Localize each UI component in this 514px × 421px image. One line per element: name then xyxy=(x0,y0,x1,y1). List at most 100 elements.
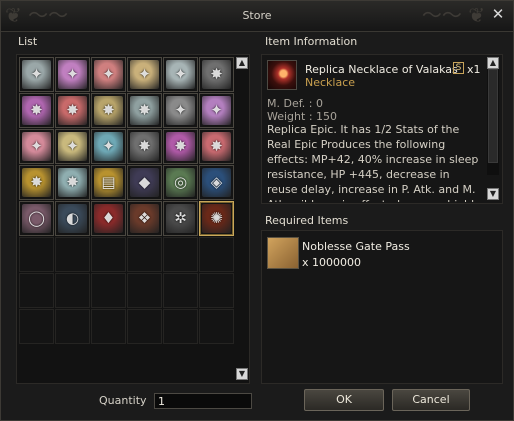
empty-slot[interactable] xyxy=(91,273,126,308)
store-window: ❦ ～～ ～～ ❦ Store ✕ List ✦ ✦ ✦ ✦ ✦ ✸ ✸ ✸ ✸ ✸ ✦ ✦ ✦ ✦ ✦ ✸ ✸… xyxy=(0,0,514,421)
quantity-label: Quantity xyxy=(99,394,147,407)
item-slot[interactable]: ✸ xyxy=(163,129,198,164)
empty-slot[interactable] xyxy=(55,237,90,272)
item-slot[interactable]: ✦ xyxy=(163,57,198,92)
item-slot[interactable]: ✦ xyxy=(127,57,162,92)
item-grid: ✦ ✦ ✦ ✦ ✦ ✸ ✸ ✸ ✸ ✸ ✦ ✦ ✦ ✦ ✦ ✸ ✸ ✸ ✸ ✸ ▤ ◆ ◎ ◈ ◯ ◐ ♦ ❖ ✲ ✺ xyxy=(19,57,234,344)
scroll-icon: ✸ xyxy=(166,132,195,161)
grade-badge: S xyxy=(453,62,464,74)
item-slot[interactable]: ◈ xyxy=(199,165,234,200)
empty-slot[interactable] xyxy=(199,309,234,344)
item-slot[interactable]: ✸ xyxy=(127,93,162,128)
required-items-panel: Noblesse Gate Pass x 1000000 xyxy=(261,230,503,384)
item-list-panel: ✦ ✦ ✦ ✦ ✦ ✸ ✸ ✸ ✸ ✸ ✦ ✦ ✦ ✦ ✦ ✸ ✸ ✸ ✸ ✸ ▤ ◆ ◎ ◈ ◯ ◐ ♦ ❖ ✲ ✺ ▲ ▼ xyxy=(16,54,250,384)
required-item-quantity: x 1000000 xyxy=(302,256,361,269)
scroll-icon: ✦ xyxy=(22,132,51,161)
arrow-up-icon[interactable]: ▲ xyxy=(487,57,499,69)
empty-slot[interactable] xyxy=(199,237,234,272)
stat-mdef: M. Def. : 0 xyxy=(267,97,323,110)
item-name: Replica Necklace of Valakas xyxy=(305,63,458,76)
item-slot[interactable]: ✦ xyxy=(19,57,54,92)
item-slot[interactable]: ♦ xyxy=(91,201,126,236)
item-slot[interactable]: ✦ xyxy=(199,93,234,128)
necklace-icon: ❖ xyxy=(130,204,159,233)
scroll-icon: ✸ xyxy=(22,168,51,197)
item-info-panel: Replica Necklace of Valakas S x1 Necklac… xyxy=(261,54,503,204)
scrollbar-thumb[interactable] xyxy=(488,69,498,163)
scroll-icon: ✸ xyxy=(130,96,159,125)
close-icon[interactable]: ✕ xyxy=(491,7,505,22)
item-slot[interactable]: ✸ xyxy=(55,165,90,200)
item-slot[interactable]: ✸ xyxy=(55,93,90,128)
item-slot[interactable]: ◆ xyxy=(127,165,162,200)
empty-slot[interactable] xyxy=(199,273,234,308)
scroll-icon: ✸ xyxy=(202,132,231,161)
scroll-icon: ✦ xyxy=(202,96,231,125)
item-description: Replica Epic. It has 1/2 Stats of the Re… xyxy=(267,123,479,202)
necklace-icon xyxy=(267,60,297,90)
title-bar[interactable]: ❦ ～～ ～～ ❦ Store ✕ xyxy=(1,1,513,32)
necklace-icon: ✲ xyxy=(166,204,195,233)
scroll-icon: ✸ xyxy=(58,96,87,125)
description-scrollbar[interactable] xyxy=(487,69,499,175)
scroll-icon: ✸ xyxy=(22,96,51,125)
item-slot[interactable]: ✸ xyxy=(199,129,234,164)
arrow-up-icon[interactable]: ▲ xyxy=(236,57,248,69)
item-count: x1 xyxy=(467,63,481,76)
item-slot[interactable]: ✦ xyxy=(19,129,54,164)
item-slot[interactable]: ✦ xyxy=(91,129,126,164)
scroll-icon: ✦ xyxy=(130,60,159,89)
scroll-icon: ✦ xyxy=(166,60,195,89)
item-slot[interactable]: ✦ xyxy=(163,93,198,128)
item-info-label: Item Information xyxy=(265,35,358,48)
item-slot[interactable]: ✸ xyxy=(19,93,54,128)
required-item-name: Noblesse Gate Pass xyxy=(302,240,410,253)
item-slot[interactable]: ✺ xyxy=(199,201,234,236)
arrow-down-icon[interactable]: ▼ xyxy=(487,188,499,200)
empty-slot[interactable] xyxy=(163,237,198,272)
scroll-icon: ✸ xyxy=(202,60,231,89)
item-slot[interactable]: ✦ xyxy=(91,57,126,92)
scroll-icon: ✦ xyxy=(58,60,87,89)
scroll-icon: ✸ xyxy=(130,132,159,161)
required-items-label: Required Items xyxy=(265,214,349,227)
empty-slot[interactable] xyxy=(19,237,54,272)
empty-slot[interactable] xyxy=(163,309,198,344)
item-slot[interactable]: ✸ xyxy=(91,93,126,128)
empty-slot[interactable] xyxy=(55,273,90,308)
empty-slot[interactable] xyxy=(127,309,162,344)
scroll-icon: ✦ xyxy=(22,60,51,89)
bracelet-icon: ◎ xyxy=(166,168,195,197)
empty-slot[interactable] xyxy=(163,273,198,308)
item-slot[interactable]: ◯ xyxy=(19,201,54,236)
item-slot[interactable]: ✦ xyxy=(55,57,90,92)
empty-slot[interactable] xyxy=(19,309,54,344)
item-slot[interactable]: ▤ xyxy=(91,165,126,200)
book-icon: ▤ xyxy=(94,168,123,197)
item-slot[interactable]: ◎ xyxy=(163,165,198,200)
empty-slot[interactable] xyxy=(91,237,126,272)
empty-slot[interactable] xyxy=(91,309,126,344)
item-slot[interactable]: ✸ xyxy=(127,129,162,164)
scroll-icon: ✸ xyxy=(58,168,87,197)
item-slot[interactable]: ✲ xyxy=(163,201,198,236)
item-slot[interactable]: ✸ xyxy=(199,57,234,92)
book-icon: ◆ xyxy=(130,168,159,197)
list-label: List xyxy=(18,35,38,48)
empty-slot[interactable] xyxy=(55,309,90,344)
item-slot[interactable]: ✦ xyxy=(55,129,90,164)
scroll-icon: ✦ xyxy=(94,60,123,89)
empty-slot[interactable] xyxy=(127,237,162,272)
quantity-input[interactable] xyxy=(154,393,252,409)
ok-button[interactable]: OK xyxy=(304,389,384,411)
empty-slot[interactable] xyxy=(127,273,162,308)
item-slot[interactable]: ◐ xyxy=(55,201,90,236)
window-title: Store xyxy=(242,9,272,22)
arrow-down-icon[interactable]: ▼ xyxy=(236,368,248,380)
empty-slot[interactable] xyxy=(19,273,54,308)
cancel-button[interactable]: Cancel xyxy=(392,389,470,411)
earring-icon: ◐ xyxy=(58,204,87,233)
item-slot[interactable]: ❖ xyxy=(127,201,162,236)
necklace-icon: ✺ xyxy=(202,204,231,233)
item-slot[interactable]: ✸ xyxy=(19,165,54,200)
